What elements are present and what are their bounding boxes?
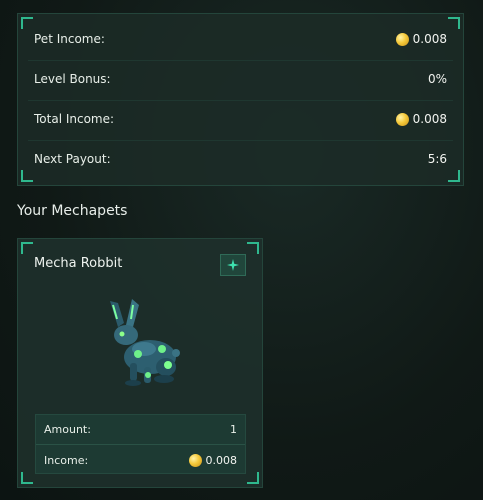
coin-icon [188,453,202,467]
mecha-rabbit-image [110,299,180,386]
coin-icon [395,112,409,126]
sparkle-icon [227,259,239,271]
total-income-amount: 0.008 [412,112,447,126]
income-amount: 0.008 [205,453,238,467]
income-value: 0.008 [188,453,238,467]
next-payout-row: Next Payout: 5:6 [18,139,463,179]
income-label: Income: [44,453,89,467]
mechapet-card[interactable]: Mecha Robbit Amount: 1 Income: 0.008 [17,238,263,488]
level-bonus-label: Level Bonus: [34,72,111,86]
total-income-value: 0.008 [395,112,447,126]
corner-decoration [247,472,259,484]
total-income-label: Total Income: [34,112,115,126]
pet-name: Mecha Robbit [34,256,123,271]
next-payout-value: 5:6 [427,152,447,166]
next-payout-label: Next Payout: [34,152,111,166]
sparkle-button[interactable] [220,254,246,276]
pet-stats: Amount: 1 Income: 0.008 [35,414,246,474]
income-panel: Pet Income: 0.008 Level Bonus: 0% Total … [17,13,464,186]
corner-decoration [21,242,33,254]
total-income-row: Total Income: 0.008 [18,99,463,139]
corner-decoration [21,472,33,484]
income-row: Income: 0.008 [36,445,245,475]
pet-income-amount: 0.008 [412,32,447,46]
pet-income-label: Pet Income: [34,32,105,46]
level-bonus-row: Level Bonus: 0% [18,59,463,99]
coin-icon [395,32,409,46]
pet-income-row: Pet Income: 0.008 [18,19,463,59]
amount-label: Amount: [44,423,91,436]
pet-income-value: 0.008 [395,32,447,46]
corner-decoration [247,242,259,254]
section-title: Your Mechapets [17,203,128,219]
amount-row: Amount: 1 [36,415,245,445]
level-bonus-value: 0% [427,72,447,86]
amount-value: 1 [230,423,237,436]
